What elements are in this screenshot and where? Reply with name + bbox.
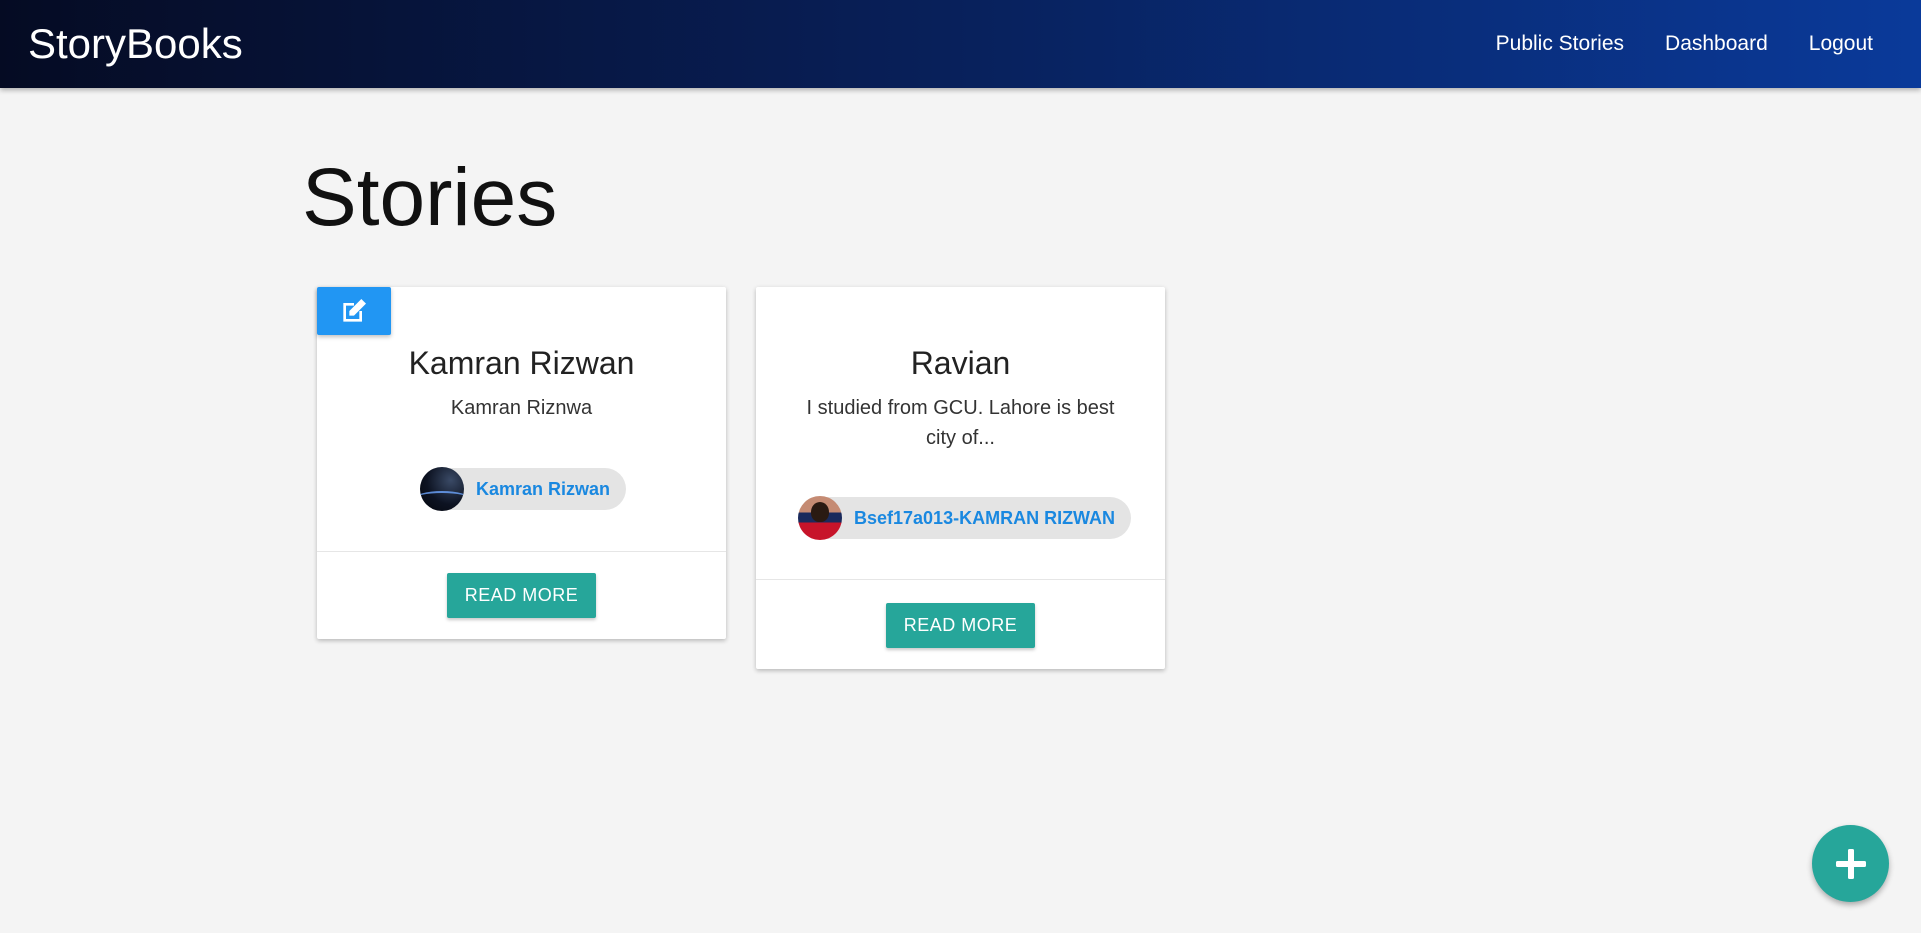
story-excerpt: I studied from GCU. Lahore is best city … bbox=[806, 397, 1115, 449]
nav-links: Public Stories Dashboard Logout bbox=[1496, 30, 1873, 58]
read-more-button[interactable]: READ MORE bbox=[886, 603, 1035, 648]
author-chip[interactable]: Bsef17a013-KAMRAN RIZWAN bbox=[798, 496, 1132, 540]
plus-icon bbox=[1835, 848, 1866, 879]
story-card: Ravian I studied from GCU. Lahore is bes… bbox=[756, 287, 1165, 669]
story-title: Kamran Rizwan bbox=[408, 345, 635, 381]
nav-dashboard[interactable]: Dashboard bbox=[1665, 30, 1768, 58]
read-more-button[interactable]: READ MORE bbox=[447, 573, 596, 618]
author-chip[interactable]: Kamran Rizwan bbox=[420, 467, 627, 511]
page-title: Stories bbox=[302, 152, 558, 243]
nav-public-stories[interactable]: Public Stories bbox=[1496, 30, 1624, 58]
story-excerpt: Kamran Riznwa bbox=[450, 397, 593, 419]
card-divider bbox=[756, 579, 1165, 580]
edit-icon bbox=[343, 299, 366, 322]
avatar bbox=[420, 467, 464, 511]
nav-logout[interactable]: Logout bbox=[1809, 30, 1873, 58]
brand-logo[interactable]: StoryBooks bbox=[28, 20, 243, 68]
top-navbar: StoryBooks Public Stories Dashboard Logo… bbox=[0, 0, 1921, 88]
avatar bbox=[798, 496, 842, 540]
edit-story-button[interactable] bbox=[317, 287, 391, 335]
author-name[interactable]: Bsef17a013-KAMRAN RIZWAN bbox=[854, 508, 1115, 529]
story-title: Ravian bbox=[910, 345, 1011, 381]
story-card: Kamran Rizwan Kamran Riznwa Kamran Rizwa… bbox=[317, 287, 726, 639]
add-story-button[interactable] bbox=[1812, 825, 1889, 902]
card-divider bbox=[317, 551, 726, 552]
author-name[interactable]: Kamran Rizwan bbox=[476, 479, 610, 500]
